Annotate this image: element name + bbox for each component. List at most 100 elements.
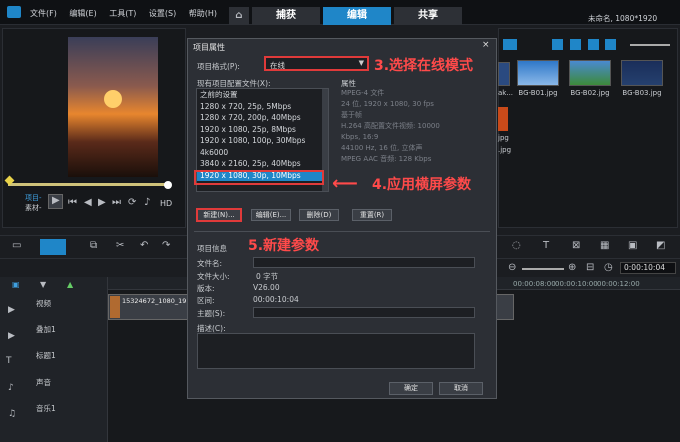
menu-edit[interactable]: 编辑(E) xyxy=(69,9,96,18)
library-thumb-3[interactable] xyxy=(621,60,663,86)
graphics-icon[interactable]: ▣ xyxy=(628,240,637,251)
property-line: 24 位, 1920 x 1080, 30 fps xyxy=(341,100,434,108)
volume-icon[interactable]: ♪ xyxy=(144,197,150,208)
library-label-4: jpg xyxy=(498,134,509,142)
profile-item[interactable]: 3840 x 2160, 25p, 40Mbps xyxy=(197,158,328,170)
redo-icon[interactable]: ↷ xyxy=(162,240,170,251)
clock-icon: ◷ xyxy=(604,262,613,273)
zoom-in-icon[interactable]: ⊕ xyxy=(568,262,576,273)
play-button[interactable]: ▶ xyxy=(48,194,63,209)
library-thumb-0[interactable] xyxy=(498,62,510,86)
library-thumb-2[interactable] xyxy=(569,60,611,86)
dialog-title: 项目属性 xyxy=(193,43,225,52)
music-track-icon: ♫ xyxy=(8,409,17,419)
home-tab[interactable]: ⌂ xyxy=(229,7,249,25)
prev-frame-icon[interactable]: ◀ xyxy=(84,197,92,208)
track-manager-icon[interactable]: ▣ xyxy=(12,280,20,289)
property-line: H.264 高配置文件视频: 10000 xyxy=(341,122,440,130)
track-voice-label: 声音 xyxy=(36,378,51,387)
storyboard-view-icon[interactable]: ▭ xyxy=(12,240,21,251)
motion-icon[interactable]: ◌ xyxy=(512,240,521,251)
scrub-bar[interactable] xyxy=(8,183,168,186)
fit-project-icon[interactable]: ⊟ xyxy=(586,262,594,273)
app-logo-icon xyxy=(7,6,21,18)
next-frame-icon[interactable]: ▶ xyxy=(98,197,106,208)
sort-icon[interactable] xyxy=(605,39,616,50)
subject-field[interactable] xyxy=(253,307,475,318)
property-line: 44100 Hz, 16 位, 立体声 xyxy=(341,144,423,152)
timecode-display[interactable]: 0:00:10:04 xyxy=(620,262,676,274)
format-select-value: 在线 xyxy=(270,61,285,70)
repeat-icon[interactable]: ⟳ xyxy=(128,197,136,208)
profile-item[interactable]: 1920 x 1080, 25p, 8Mbps xyxy=(197,124,328,136)
profile-item[interactable]: 4k6000 xyxy=(197,147,328,159)
edit-profile-button[interactable]: 编辑(E)... xyxy=(251,209,291,221)
list-view-icon[interactable] xyxy=(552,39,563,50)
ripple-icon[interactable]: ▲ xyxy=(67,280,73,289)
audio-filter-icon[interactable] xyxy=(503,39,517,50)
property-line: Kbps, 16:9 xyxy=(341,133,379,141)
video-clip-tail[interactable] xyxy=(496,294,514,320)
library-panel xyxy=(498,28,678,228)
go-end-icon[interactable]: ⏭ xyxy=(112,197,121,208)
path-icon[interactable]: ◩ xyxy=(656,240,665,251)
transition-icon[interactable]: ⊠ xyxy=(572,240,580,251)
library-label-1: BG-B01.jpg xyxy=(518,89,558,97)
play-icon: ▶ xyxy=(52,195,60,206)
menu-file[interactable]: 文件(F) xyxy=(30,9,57,18)
property-line: 基于帧 xyxy=(341,111,362,119)
zoom-out-icon[interactable]: ⊖ xyxy=(508,262,516,273)
library-thumb-1[interactable] xyxy=(517,60,559,86)
profile-item[interactable]: 1280 x 720, 25p, 5Mbps xyxy=(197,101,328,113)
trim-end-handle[interactable] xyxy=(164,181,172,189)
description-field[interactable] xyxy=(197,333,475,369)
video-clip-thumb xyxy=(110,296,120,318)
project-mode-label[interactable]: 项目- xyxy=(25,193,42,203)
home-icon: ⌂ xyxy=(235,10,243,21)
subject-label: 主题(S): xyxy=(197,309,226,318)
new-profile-button[interactable]: 新建(N)... xyxy=(196,208,242,222)
library-label-3: BG-B03.jpg xyxy=(622,89,662,97)
thumb-view-icon[interactable] xyxy=(588,39,599,50)
video-track-icon: ▶ xyxy=(8,305,15,315)
video-clip-label: 15324672_1080_1920 xyxy=(122,297,186,305)
annotation-step3: 3.选择在线模式 xyxy=(374,58,474,74)
undo-icon[interactable]: ↶ xyxy=(140,240,148,251)
annotation-arrow-icon: ⟵ xyxy=(332,173,358,194)
format-select[interactable]: 在线 ▼ xyxy=(264,56,369,71)
menu-tools[interactable]: 工具(T) xyxy=(109,9,136,18)
hd-toggle[interactable]: HD xyxy=(160,199,172,208)
ruler-tick-1: 00:00:10:00 xyxy=(555,280,598,288)
go-start-icon[interactable]: ⏮ xyxy=(68,197,77,208)
profile-item[interactable]: 之前的设置 xyxy=(197,89,328,101)
title-icon[interactable]: T xyxy=(543,240,549,251)
menu-settings[interactable]: 设置(S) xyxy=(149,9,176,18)
menu-help[interactable]: 帮助(H) xyxy=(189,9,217,18)
dialog-close-button[interactable]: × xyxy=(482,40,490,50)
tab-share[interactable]: 共享 xyxy=(394,7,462,25)
timeline-view-button[interactable] xyxy=(40,239,66,255)
profile-item[interactable]: 1280 x 720, 200p, 40Mbps xyxy=(197,112,328,124)
track-video-label: 视频 xyxy=(36,299,51,308)
thumb-size-slider[interactable] xyxy=(630,44,670,46)
divider xyxy=(194,231,490,232)
tab-edit[interactable]: 编辑 xyxy=(323,7,391,25)
filter-icon[interactable]: ▦ xyxy=(600,240,609,251)
zoom-slider[interactable] xyxy=(522,268,564,270)
delete-profile-button[interactable]: 删除(D) xyxy=(299,209,339,221)
ok-button[interactable]: 确定 xyxy=(389,382,433,395)
filename-field[interactable] xyxy=(253,257,475,268)
copy-icon[interactable]: ⧉ xyxy=(90,240,97,251)
clip-mode-label[interactable]: 素材- xyxy=(25,203,42,213)
info-title: 项目信息 xyxy=(197,244,227,253)
cancel-button[interactable]: 取消 xyxy=(439,382,483,395)
tab-capture[interactable]: 捕获 xyxy=(252,7,320,25)
selected-profile-highlight xyxy=(194,170,324,185)
tools-icon[interactable]: ✂ xyxy=(116,240,124,251)
add-marker-icon[interactable]: ▼ xyxy=(40,280,46,289)
library-thumb-4[interactable] xyxy=(498,107,508,131)
filesize-label: 文件大小: xyxy=(197,272,230,281)
profile-item[interactable]: 1920 x 1080, 100p, 30Mbps xyxy=(197,135,328,147)
reset-profile-button[interactable]: 重置(R) xyxy=(352,209,392,221)
detail-view-icon[interactable] xyxy=(570,39,581,50)
